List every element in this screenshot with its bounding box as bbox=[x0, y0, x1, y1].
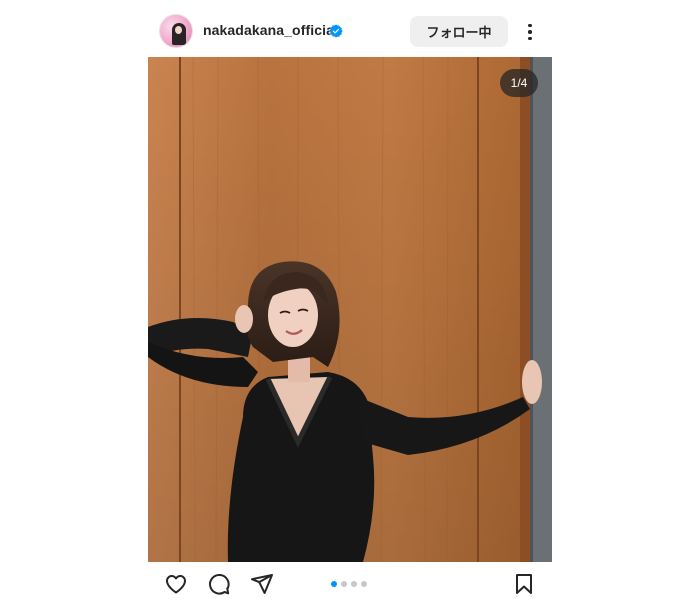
share-icon[interactable] bbox=[250, 572, 274, 596]
bookmark-icon[interactable] bbox=[512, 572, 536, 596]
instagram-post: nakadakana_official フォロー中 1/4 bbox=[0, 0, 700, 600]
image-counter-badge: 1/4 bbox=[500, 69, 538, 97]
follow-button[interactable]: フォロー中 bbox=[410, 16, 508, 47]
more-dot-icon bbox=[528, 30, 532, 34]
carousel-dots bbox=[331, 581, 367, 587]
carousel-dot bbox=[341, 581, 347, 587]
post-header: nakadakana_official フォロー中 bbox=[148, 10, 552, 54]
more-vertical-icon[interactable] bbox=[523, 20, 537, 44]
comment-icon[interactable] bbox=[207, 572, 231, 596]
carousel-dot bbox=[361, 581, 367, 587]
carousel-dot bbox=[351, 581, 357, 587]
heart-icon[interactable] bbox=[164, 572, 188, 596]
carousel-dot-active bbox=[331, 581, 337, 587]
avatar[interactable] bbox=[160, 15, 192, 47]
post-photo[interactable]: 1/4 bbox=[148, 57, 552, 562]
avatar-face bbox=[175, 26, 182, 34]
verified-badge-icon bbox=[329, 24, 343, 38]
more-dot-icon bbox=[528, 36, 532, 41]
more-dot-icon bbox=[528, 23, 532, 28]
post-actions bbox=[148, 562, 552, 600]
username[interactable]: nakadakana_official bbox=[203, 22, 338, 38]
photo-illustration bbox=[148, 57, 552, 562]
